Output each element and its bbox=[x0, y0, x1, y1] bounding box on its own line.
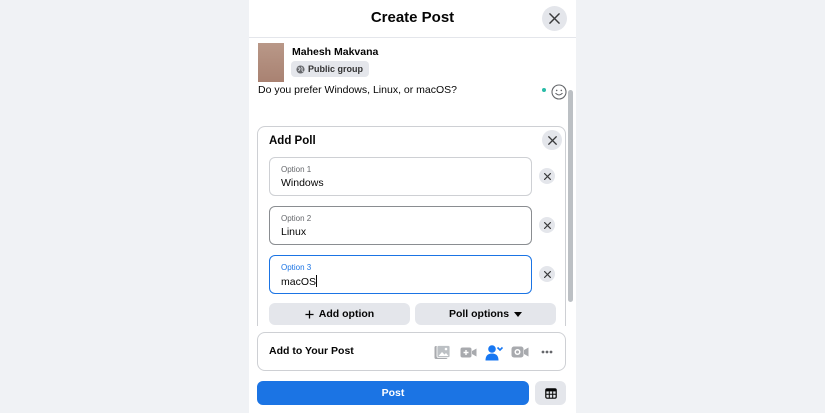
poll-option-1-field[interactable]: Option 1 Windows bbox=[269, 157, 532, 196]
add-to-post-bar: Add to Your Post bbox=[257, 332, 566, 371]
user-name: Mahesh Makvana bbox=[292, 46, 379, 58]
poll-options-button[interactable]: Poll options bbox=[415, 303, 556, 325]
emoji-icon bbox=[551, 84, 567, 100]
dialog-title: Create Post bbox=[370, 9, 455, 26]
poll-title: Add Poll bbox=[269, 135, 316, 147]
add-to-post-label: Add to Your Post bbox=[269, 345, 354, 357]
video-room-icon bbox=[511, 346, 529, 358]
close-icon bbox=[549, 13, 560, 24]
remove-option-2-button[interactable] bbox=[539, 217, 555, 233]
close-dialog-button[interactable] bbox=[542, 6, 567, 31]
more-icon bbox=[541, 350, 553, 354]
plus-icon bbox=[305, 309, 314, 319]
scrollbar[interactable] bbox=[568, 90, 573, 302]
poll-option-2-value: Linux bbox=[281, 226, 307, 238]
close-poll-button[interactable] bbox=[542, 130, 562, 150]
more-options-button[interactable] bbox=[538, 343, 556, 361]
add-poll-panel: Add Poll Option 1 Windows Option 2 Linux… bbox=[257, 126, 566, 326]
text-caret bbox=[316, 275, 318, 287]
audience-label: Public group bbox=[308, 64, 363, 74]
schedule-button[interactable] bbox=[535, 381, 566, 405]
photo-video-icon bbox=[434, 344, 450, 359]
poll-option-3-field[interactable]: Option 3 macOS bbox=[269, 255, 532, 294]
caret-down-icon bbox=[514, 311, 523, 317]
tag-people-icon bbox=[485, 344, 503, 360]
poll-option-1-label: Option 1 bbox=[281, 165, 312, 174]
poll-options-label: Poll options bbox=[448, 308, 510, 320]
add-option-button[interactable]: Add option bbox=[269, 303, 410, 325]
post-button[interactable]: Post bbox=[257, 381, 529, 405]
emoji-button[interactable] bbox=[551, 84, 567, 100]
dialog-header: Create Post bbox=[249, 0, 576, 38]
poll-option-2-field[interactable]: Option 2 Linux bbox=[269, 206, 532, 245]
photo-video-button[interactable] bbox=[433, 343, 451, 361]
poll-option-3-value: macOS bbox=[281, 276, 317, 288]
create-post-dialog: Create Post Mahesh Makvana Public group … bbox=[249, 0, 576, 413]
poll-option-3-label: Option 3 bbox=[281, 263, 312, 272]
post-text-input[interactable]: Do you prefer Windows, Linux, or macOS? bbox=[258, 84, 457, 96]
audience-selector[interactable]: Public group bbox=[291, 61, 369, 77]
status-dot bbox=[542, 88, 546, 92]
close-icon bbox=[543, 221, 551, 229]
globe-icon bbox=[296, 64, 305, 74]
avatar bbox=[258, 43, 284, 82]
close-icon bbox=[543, 270, 551, 278]
poll-option-1-value: Windows bbox=[281, 177, 324, 189]
live-video-icon bbox=[460, 347, 476, 357]
video-room-button[interactable] bbox=[511, 343, 529, 361]
calendar-icon bbox=[544, 387, 557, 399]
remove-option-3-button[interactable] bbox=[539, 266, 555, 282]
close-icon bbox=[547, 135, 557, 145]
tag-people-button[interactable] bbox=[485, 343, 503, 361]
live-video-button[interactable] bbox=[459, 343, 477, 361]
remove-option-1-button[interactable] bbox=[539, 168, 555, 184]
close-icon bbox=[543, 172, 551, 180]
add-option-label: Add option bbox=[318, 308, 375, 320]
poll-option-3-value-wrap: macOS bbox=[281, 275, 318, 288]
poll-option-2-label: Option 2 bbox=[281, 214, 312, 223]
